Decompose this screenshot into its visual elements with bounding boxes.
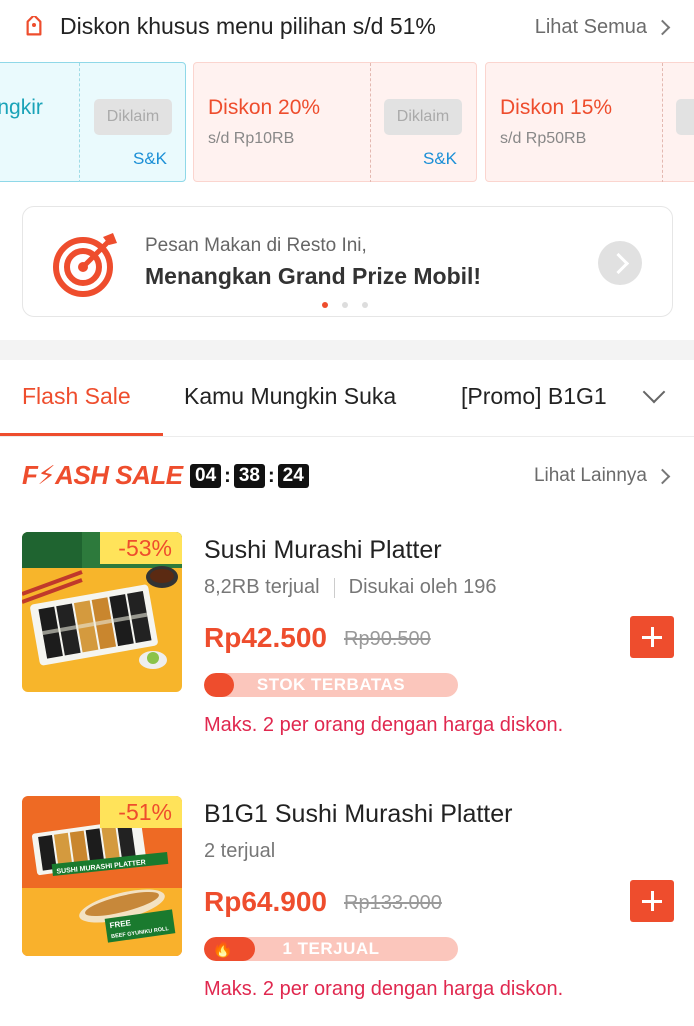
chevron-right-icon	[654, 468, 671, 484]
tab-flash-sale[interactable]: Flash Sale	[22, 383, 131, 410]
add-to-cart-button[interactable]	[630, 880, 674, 922]
original-price: Rp133.000	[344, 892, 442, 914]
original-price: Rp90.500	[344, 628, 431, 650]
meta-divider	[333, 577, 335, 598]
terms-link[interactable]: S&K	[133, 149, 167, 169]
flash-sale-logo: F⚡ASH SALE	[22, 460, 183, 490]
next-arrow-icon[interactable]	[598, 241, 642, 285]
see-all-label: Lihat Semua	[534, 16, 647, 38]
section-divider	[0, 340, 694, 360]
category-tabs: Flash Sale Kamu Mungkin Suka [Promo] B1G…	[0, 360, 694, 437]
countdown-timer: 04 : 38 : 24	[190, 464, 309, 488]
claimed-button[interactable]: D	[676, 99, 694, 135]
voucher-card[interactable]: Diskon 20% s/d Rp10RB Diklaim S&K	[193, 62, 477, 182]
terms-link[interactable]: S&K	[423, 149, 457, 169]
sold-count: 2 terjual	[204, 840, 276, 862]
voucher-divider	[370, 63, 371, 182]
voucher-divider	[79, 63, 80, 182]
timer-minutes: 38	[233, 464, 265, 488]
flash-sale-header: F⚡ASH SALE 04 : 38 : 24 Lihat Lainnya	[0, 455, 694, 499]
sold-count: 8,2RB terjual	[204, 576, 320, 598]
voucher-carousel[interactable]: Ongkir 3 Diklaim S&K Diskon 20% s/d Rp10…	[0, 62, 694, 182]
discount-badge: -51%	[100, 796, 182, 828]
carousel-dot	[322, 302, 328, 308]
sale-price: Rp64.900	[204, 886, 327, 917]
chevron-down-icon[interactable]	[642, 380, 666, 404]
product-meta: 2 terjual	[204, 840, 275, 863]
product-name[interactable]: Sushi Murashi Platter	[204, 536, 442, 565]
promo-headline: Menangkan Grand Prize Mobil!	[145, 263, 482, 289]
voucher-divider	[662, 63, 663, 182]
carousel-dot	[362, 302, 368, 308]
purchase-limit-note: Maks. 2 per orang dengan harga diskon.	[204, 978, 564, 1000]
carousel-dots	[322, 302, 368, 308]
target-icon	[53, 233, 117, 297]
timer-hours: 04	[190, 464, 222, 488]
chevron-right-icon	[654, 19, 671, 36]
see-more-link[interactable]: Lihat Lainnya	[533, 465, 671, 487]
voucher-title: Diskon 15%	[500, 96, 613, 119]
stock-progress-bar: 🔥 1 TERJUAL	[204, 937, 458, 961]
product-name[interactable]: B1G1 Sushi Murashi Platter	[204, 800, 512, 829]
stock-label: STOK TERBATAS	[256, 675, 406, 694]
voucher-card[interactable]: Ongkir 3 Diklaim S&K	[0, 62, 186, 182]
stock-progress-bar: STOK TERBATAS	[204, 673, 458, 697]
tag-icon	[26, 16, 42, 36]
product-item[interactable]: -53% Sushi Murashi Platter 8,2RB terjual…	[0, 532, 694, 762]
voucher-subtitle: s/d Rp10RB	[208, 130, 295, 147]
promo-banner[interactable]: Pesan Makan di Resto Ini, Menangkan Gran…	[22, 206, 673, 317]
discount-header: Diskon khusus menu pilihan s/d 51% Lihat…	[0, 0, 694, 56]
purchase-limit-note: Maks. 2 per orang dengan harga diskon.	[204, 714, 564, 736]
discount-badge: -53%	[100, 532, 182, 564]
timer-seconds: 24	[277, 464, 309, 488]
see-more-label: Lihat Lainnya	[533, 465, 647, 486]
product-image[interactable]: SUSHI MURASHI PLATTER FREE BEEF GYUNIKU …	[22, 796, 182, 956]
liked-count: Disukai oleh 196	[348, 576, 497, 598]
voucher-title: Diskon 20%	[208, 96, 321, 119]
header-title: Diskon khusus menu pilihan s/d 51%	[60, 13, 436, 39]
stock-label: 1 TERJUAL	[282, 939, 380, 958]
voucher-card[interactable]: Diskon 15% s/d Rp50RB D	[485, 62, 694, 182]
promo-text: Pesan Makan di Resto Ini,	[145, 235, 367, 256]
claimed-button[interactable]: Diklaim	[384, 99, 462, 135]
sale-price: Rp42.500	[204, 622, 327, 653]
tab-promo-b1g1[interactable]: [Promo] B1G1	[461, 383, 607, 410]
product-image[interactable]: -53%	[22, 532, 182, 692]
carousel-dot	[342, 302, 348, 308]
add-to-cart-button[interactable]	[630, 616, 674, 658]
voucher-subtitle: s/d Rp50RB	[500, 130, 587, 147]
tab-kamu-mungkin-suka[interactable]: Kamu Mungkin Suka	[184, 383, 396, 410]
active-tab-indicator	[0, 433, 163, 436]
product-meta: 8,2RB terjual Disukai oleh 196	[204, 576, 497, 599]
product-item[interactable]: SUSHI MURASHI PLATTER FREE BEEF GYUNIKU …	[0, 796, 694, 1026]
see-all-link[interactable]: Lihat Semua	[534, 16, 671, 39]
claimed-button[interactable]: Diklaim	[94, 99, 172, 135]
voucher-title: Ongkir	[0, 96, 43, 119]
